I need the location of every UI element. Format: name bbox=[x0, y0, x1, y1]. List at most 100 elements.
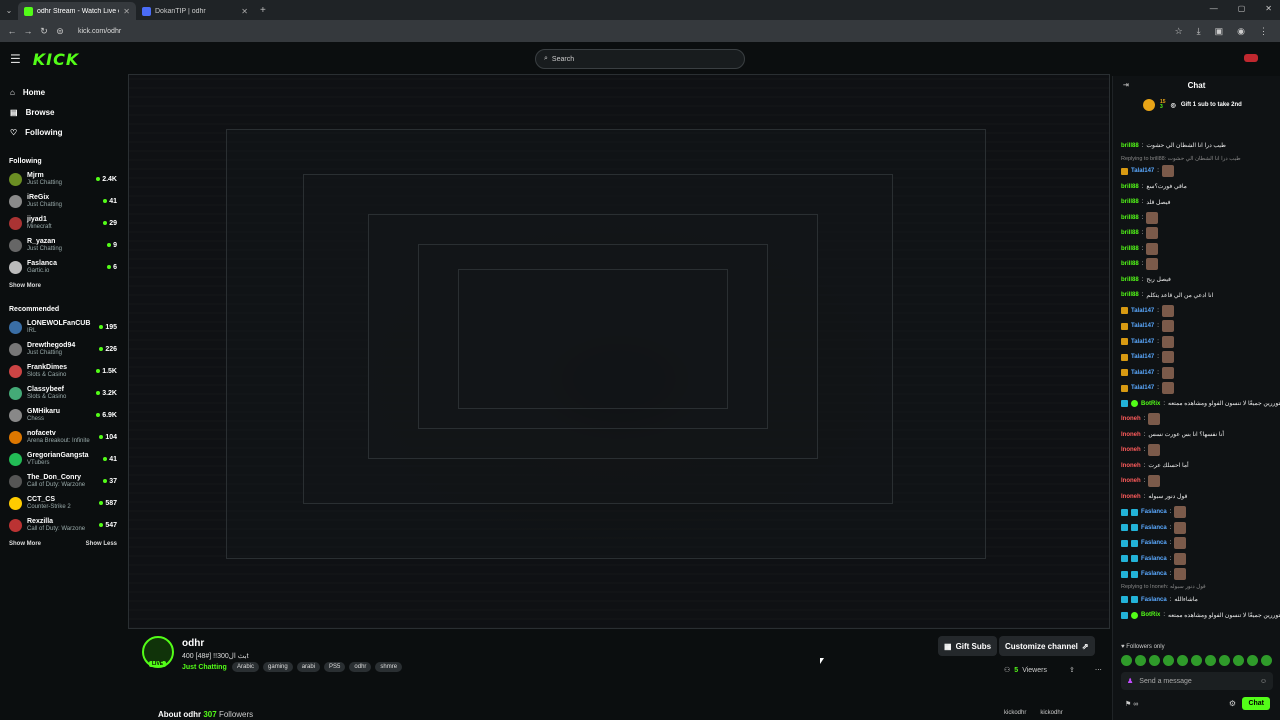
kick-logo[interactable]: KICK bbox=[33, 50, 80, 69]
sidebar-item-home[interactable]: ⌂ Home bbox=[0, 82, 126, 102]
back-icon[interactable]: ← bbox=[4, 26, 20, 36]
browser-tab-dokantip[interactable]: DokanTIP | odhr ✕ bbox=[136, 2, 254, 20]
video-player[interactable] bbox=[128, 74, 1110, 629]
emote-item[interactable] bbox=[1177, 655, 1188, 666]
chat-username[interactable]: brill88 bbox=[1121, 184, 1139, 190]
chat-username[interactable]: brill88 bbox=[1121, 292, 1139, 298]
emote-item[interactable] bbox=[1163, 655, 1174, 666]
browser-tab-kick[interactable]: odhr Stream - Watch Live on Ki ✕ bbox=[18, 2, 136, 20]
more-options-icon[interactable]: ⋯ bbox=[1095, 666, 1102, 674]
tag-shmre[interactable]: shmre bbox=[375, 662, 403, 672]
bookmark-star-icon[interactable]: ☆ bbox=[1175, 26, 1183, 37]
chat-input[interactable]: ♟ Send a message ☺ bbox=[1121, 672, 1273, 690]
profile-icon[interactable]: ◉ bbox=[1237, 26, 1245, 37]
extensions-icon[interactable]: ▣ bbox=[1215, 26, 1224, 37]
rec-lonewolfancub[interactable]: LONEWOLFanCUB IRL 195 bbox=[0, 316, 126, 338]
chat-username[interactable]: BotRix bbox=[1141, 612, 1160, 618]
chat-username[interactable]: Inoneh bbox=[1121, 494, 1141, 500]
tag-odhr[interactable]: odhr bbox=[349, 662, 372, 672]
user-avatar[interactable] bbox=[1244, 54, 1258, 62]
maximize-icon[interactable]: ▢ bbox=[1238, 4, 1246, 13]
chat-footer-icons[interactable]: ⚑ ∞ bbox=[1125, 700, 1138, 708]
rec-frankdimes[interactable]: FrankDimes Slots & Casino 1.5K bbox=[0, 360, 126, 382]
following-faslanca[interactable]: Faslanca Gartic.io 6 bbox=[0, 256, 126, 278]
chat-username[interactable]: brill88 bbox=[1121, 246, 1139, 252]
chat-username[interactable]: Inoneh bbox=[1121, 463, 1141, 469]
emoji-picker-icon[interactable]: ☺ bbox=[1260, 678, 1267, 685]
chat-username[interactable]: Talal147 bbox=[1131, 323, 1154, 329]
emote-item[interactable] bbox=[1261, 655, 1272, 666]
close-window-icon[interactable]: ✕ bbox=[1265, 4, 1272, 13]
chat-username[interactable]: brill88 bbox=[1121, 215, 1139, 221]
emote-item[interactable] bbox=[1205, 655, 1216, 666]
rec-gmhikaru[interactable]: GMHikaru Chess 6.9K bbox=[0, 404, 126, 426]
chat-username[interactable]: Faslanca bbox=[1141, 556, 1167, 562]
search-input[interactable]: ⌕ Search bbox=[535, 49, 745, 69]
close-tab-icon[interactable]: ✕ bbox=[123, 7, 130, 16]
share-icon[interactable]: ⇪ bbox=[1069, 666, 1075, 674]
emote-item[interactable] bbox=[1135, 655, 1146, 666]
chat-username[interactable]: Talal147 bbox=[1131, 370, 1154, 376]
chat-username[interactable]: Talal147 bbox=[1131, 385, 1154, 391]
following-mjrm[interactable]: Mjrm Just Chatting 2.4K bbox=[0, 168, 126, 190]
tag-arabi[interactable]: arabi bbox=[296, 662, 321, 672]
emote-item[interactable] bbox=[1219, 655, 1230, 666]
close-tab-icon[interactable]: ✕ bbox=[241, 7, 248, 16]
customize-channel-button[interactable]: Customize channel ⇗ bbox=[999, 636, 1095, 656]
rec-cct_cs[interactable]: CCT_CS Counter-Strike 2 587 bbox=[0, 492, 126, 514]
social-link-1[interactable]: kickodhr bbox=[1004, 710, 1026, 716]
hamburger-menu-icon[interactable]: ☰ bbox=[10, 52, 21, 66]
gift-leaderboard[interactable]: 15 3 ◎ Gift 1 sub to take 2nd bbox=[1113, 94, 1280, 116]
new-tab-icon[interactable]: + bbox=[260, 5, 266, 16]
emote-item[interactable] bbox=[1247, 655, 1258, 666]
channel-name[interactable]: odhr bbox=[182, 638, 204, 649]
tag-ps5[interactable]: PS5 bbox=[324, 662, 346, 672]
chat-username[interactable]: brill88 bbox=[1121, 143, 1139, 149]
minimize-icon[interactable]: — bbox=[1210, 4, 1218, 13]
social-link-2[interactable]: kickodhr bbox=[1040, 710, 1062, 716]
chat-username[interactable]: brill88 bbox=[1121, 199, 1139, 205]
site-info-icon[interactable]: ⊜ bbox=[52, 26, 68, 37]
collapse-chat-icon[interactable]: ⇥ bbox=[1123, 81, 1129, 89]
following-r_yazan[interactable]: R_yazan Just Chatting 9 bbox=[0, 234, 126, 256]
rec-classybeef[interactable]: Classybeef Slots & Casino 3.2K bbox=[0, 382, 126, 404]
chat-username[interactable]: Talal147 bbox=[1131, 339, 1154, 345]
chat-username[interactable]: Faslanca bbox=[1141, 525, 1167, 531]
emote-item[interactable] bbox=[1191, 655, 1202, 666]
forward-icon[interactable]: → bbox=[20, 26, 36, 36]
emote-item[interactable] bbox=[1149, 655, 1160, 666]
chat-username[interactable]: brill88 bbox=[1121, 230, 1139, 236]
menu-kebab-icon[interactable]: ⋮ bbox=[1259, 26, 1268, 37]
chat-settings-icon[interactable]: ⚙ bbox=[1229, 699, 1236, 708]
url-field[interactable]: kick.com/odhr bbox=[74, 23, 1175, 39]
download-icon[interactable]: ⤓ bbox=[1197, 26, 1201, 37]
chat-username[interactable]: Inoneh bbox=[1121, 447, 1141, 453]
sidebar-item-following[interactable]: ♡ Following bbox=[0, 122, 126, 142]
tag-arabic[interactable]: Arabic bbox=[232, 662, 260, 672]
show-more-button[interactable]: Show More bbox=[9, 283, 41, 289]
rec-the_don_conry[interactable]: The_Don_Conry Call of Duty: Warzone 37 bbox=[0, 470, 126, 492]
chat-username[interactable]: BotRix bbox=[1141, 401, 1160, 407]
chat-username[interactable]: Faslanca bbox=[1141, 509, 1167, 515]
chat-username[interactable]: brill88 bbox=[1121, 277, 1139, 283]
rec-gregoriangangsta[interactable]: GregorianGangsta VTubers 41 bbox=[0, 448, 126, 470]
emote-item[interactable] bbox=[1233, 655, 1244, 666]
following-iregix[interactable]: iReGix Just Chatting 41 bbox=[0, 190, 126, 212]
rec-rexzilla[interactable]: Rexzilla Call of Duty: Warzone 547 bbox=[0, 514, 126, 536]
chat-username[interactable]: Inoneh bbox=[1121, 416, 1141, 422]
following-jiyad1[interactable]: jiyad1 Minecraft 29 bbox=[0, 212, 126, 234]
tab-search-icon[interactable]: ⌄ bbox=[0, 6, 18, 15]
chat-username[interactable]: Talal147 bbox=[1131, 168, 1154, 174]
chat-username[interactable]: brill88 bbox=[1121, 261, 1139, 267]
reload-icon[interactable]: ↻ bbox=[36, 26, 52, 37]
gift-subs-button[interactable]: ▦ Gift Subs bbox=[938, 636, 998, 656]
rec-drewthegod94[interactable]: Drewthegod94 Just Chatting 226 bbox=[0, 338, 126, 360]
chat-username[interactable]: Inoneh bbox=[1121, 432, 1141, 438]
emote-item[interactable] bbox=[1121, 655, 1132, 666]
show-more-button-2[interactable]: Show More bbox=[9, 541, 41, 547]
rec-nofacetv[interactable]: nofacetv Arena Breakout: Infinite 104 bbox=[0, 426, 126, 448]
tag-gaming[interactable]: gaming bbox=[263, 662, 293, 672]
chat-username[interactable]: Faslanca bbox=[1141, 597, 1167, 603]
chat-send-button[interactable]: Chat bbox=[1242, 697, 1270, 710]
chat-username[interactable]: Faslanca bbox=[1141, 571, 1167, 577]
